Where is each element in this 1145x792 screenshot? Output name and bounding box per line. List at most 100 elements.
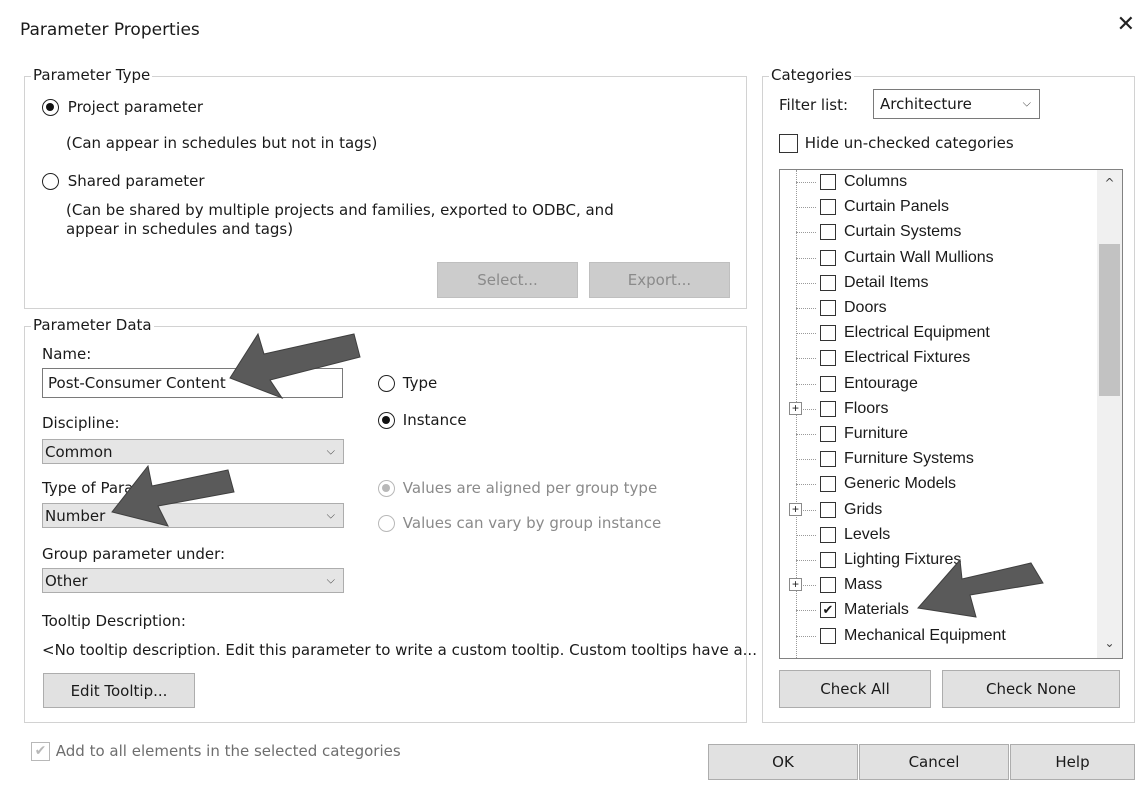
category-checkbox[interactable] bbox=[820, 174, 836, 190]
category-label: Curtain Systems bbox=[844, 223, 962, 241]
category-label: Materials bbox=[844, 601, 909, 619]
tree-connector bbox=[796, 257, 816, 259]
tree-connector bbox=[796, 232, 816, 234]
values-aligned-label: Values are aligned per group type bbox=[402, 479, 658, 497]
group-parameter-dropdown[interactable]: Other ⌵ bbox=[42, 568, 344, 593]
chevron-down-icon: ⌵ bbox=[1022, 96, 1031, 110]
category-checkbox[interactable]: ✔ bbox=[820, 602, 836, 619]
name-label: Name: bbox=[42, 345, 92, 363]
help-button[interactable]: Help bbox=[1010, 744, 1135, 780]
instance-radio[interactable] bbox=[378, 412, 395, 429]
tree-connector bbox=[796, 560, 816, 561]
tooltip-description-text: <No tooltip description. Edit this param… bbox=[42, 641, 757, 659]
category-checkbox[interactable] bbox=[820, 300, 836, 316]
category-checkbox[interactable] bbox=[820, 627, 836, 644]
dialog-title: Parameter Properties bbox=[20, 20, 200, 40]
hide-unchecked-checkbox[interactable] bbox=[779, 134, 798, 153]
cancel-button[interactable]: Cancel bbox=[859, 744, 1009, 780]
filter-list-value: Architecture bbox=[880, 95, 972, 113]
ok-button[interactable]: OK bbox=[708, 744, 858, 780]
category-checkbox[interactable] bbox=[820, 451, 836, 468]
category-checkbox[interactable] bbox=[820, 350, 836, 367]
category-label: Furniture Systems bbox=[844, 450, 974, 468]
tree-connector bbox=[796, 534, 816, 536]
category-label: Curtain Wall Mullions bbox=[844, 248, 994, 266]
expand-plus-icon[interactable]: + bbox=[789, 502, 802, 516]
discipline-dropdown[interactable]: Common ⌵ bbox=[42, 439, 344, 464]
category-checkbox[interactable] bbox=[820, 199, 836, 216]
discipline-label: Discipline: bbox=[42, 414, 120, 432]
category-checkbox[interactable] bbox=[820, 224, 836, 241]
tree-connector bbox=[796, 308, 816, 309]
tree-scrollbar[interactable]: ^ ⌄ bbox=[1097, 170, 1122, 658]
edit-tooltip-button[interactable]: Edit Tooltip... bbox=[43, 673, 195, 708]
add-to-all-label: Add to all elements in the selected cate… bbox=[55, 742, 401, 760]
category-checkbox[interactable] bbox=[820, 375, 836, 392]
project-parameter-radio[interactable] bbox=[42, 99, 59, 116]
tree-connector bbox=[796, 333, 816, 335]
filter-list-label: Filter list: bbox=[779, 96, 849, 114]
group-parameter-label: Group parameter under: bbox=[42, 545, 226, 563]
export-button[interactable]: Export... bbox=[589, 262, 730, 298]
tree-connector bbox=[796, 383, 816, 385]
category-checkbox[interactable] bbox=[820, 501, 836, 518]
name-input[interactable]: Post-Consumer Content bbox=[42, 368, 343, 398]
add-to-all-option[interactable]: ✔ Add to all elements in the selected ca… bbox=[31, 742, 401, 761]
expand-plus-icon[interactable]: + bbox=[789, 578, 802, 592]
close-icon[interactable]: ✕ bbox=[1117, 14, 1135, 36]
project-parameter-option[interactable]: Project parameter bbox=[42, 98, 203, 116]
type-of-parameter-label: Type of Param bbox=[42, 479, 148, 497]
shared-parameter-option[interactable]: Shared parameter bbox=[42, 172, 205, 190]
type-option[interactable]: Type bbox=[378, 374, 437, 392]
chevron-down-icon: ⌵ bbox=[326, 572, 335, 586]
type-label: Type bbox=[402, 374, 438, 392]
expand-plus-icon[interactable]: + bbox=[789, 401, 802, 415]
type-radio[interactable] bbox=[378, 375, 395, 392]
category-checkbox[interactable] bbox=[820, 552, 836, 568]
add-to-all-checkbox[interactable]: ✔ bbox=[31, 742, 50, 761]
values-vary-radio[interactable] bbox=[378, 515, 395, 532]
category-checkbox[interactable] bbox=[820, 400, 836, 417]
category-label: Levels bbox=[844, 525, 891, 543]
group-parameter-value: Other bbox=[45, 571, 88, 590]
parameter-data-legend: Parameter Data bbox=[31, 316, 154, 334]
categories-tree[interactable]: Columns Curtain Panels Curtain Systems Curt… bbox=[779, 169, 1123, 659]
category-checkbox[interactable] bbox=[820, 526, 836, 543]
instance-option[interactable]: Instance bbox=[378, 411, 467, 429]
category-checkbox[interactable] bbox=[820, 577, 836, 594]
values-vary-option[interactable]: Values can vary by group instance bbox=[378, 514, 661, 532]
check-none-button[interactable]: Check None bbox=[942, 670, 1120, 708]
shared-parameter-description-2: appear in schedules and tags) bbox=[66, 220, 294, 238]
tree-connector bbox=[796, 610, 816, 612]
tree-connector bbox=[796, 207, 816, 209]
hide-unchecked-option[interactable]: Hide un-checked categories bbox=[779, 134, 1014, 153]
category-label: Mechanical Equipment bbox=[844, 626, 1006, 644]
category-checkbox[interactable] bbox=[820, 325, 836, 342]
project-parameter-description: (Can appear in schedules but not in tags… bbox=[66, 134, 378, 152]
check-all-button[interactable]: Check All bbox=[779, 670, 931, 708]
category-label: Electrical Equipment bbox=[844, 324, 990, 342]
category-checkbox[interactable] bbox=[820, 274, 836, 291]
tree-connector bbox=[796, 282, 816, 284]
scroll-down-icon[interactable]: ⌄ bbox=[1097, 636, 1122, 650]
values-aligned-radio[interactable] bbox=[378, 480, 395, 497]
hide-unchecked-label: Hide un-checked categories bbox=[804, 134, 1014, 152]
shared-parameter-radio[interactable] bbox=[42, 173, 59, 190]
category-label: Mass bbox=[844, 576, 883, 594]
category-checkbox[interactable] bbox=[820, 426, 836, 442]
scrollbar-thumb[interactable] bbox=[1099, 244, 1120, 396]
category-label: Generic Models bbox=[844, 475, 957, 493]
type-of-parameter-dropdown[interactable]: Number ⌵ bbox=[42, 503, 344, 528]
select-button[interactable]: Select... bbox=[437, 262, 578, 298]
category-label: Floors bbox=[844, 399, 889, 417]
category-label: Furniture bbox=[844, 425, 909, 442]
values-vary-label: Values can vary by group instance bbox=[402, 514, 662, 532]
filter-list-dropdown[interactable]: Architecture ⌵ bbox=[873, 89, 1040, 119]
scroll-up-icon[interactable]: ^ bbox=[1097, 176, 1122, 190]
category-label: Lighting Fixtures bbox=[844, 551, 962, 568]
category-checkbox[interactable] bbox=[820, 249, 836, 266]
instance-label: Instance bbox=[402, 411, 467, 429]
category-checkbox[interactable] bbox=[820, 476, 836, 493]
tree-connector bbox=[796, 459, 816, 461]
values-aligned-option[interactable]: Values are aligned per group type bbox=[378, 479, 657, 497]
